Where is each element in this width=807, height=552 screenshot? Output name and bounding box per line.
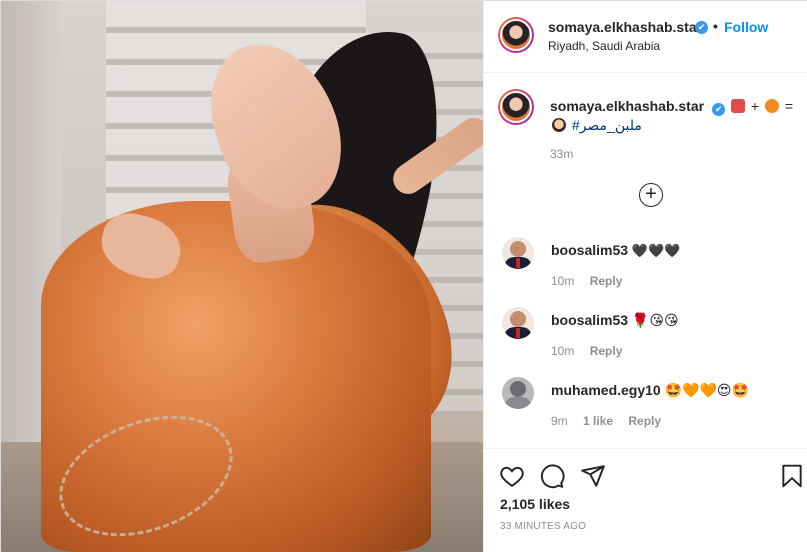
caption-time[interactable]: 33m	[550, 147, 573, 161]
reply-button[interactable]: Reply	[590, 274, 623, 288]
reply-button[interactable]: Reply	[590, 344, 623, 358]
comment-icon[interactable]	[539, 463, 565, 489]
comment-meta: 9m 1 like Reply	[551, 414, 673, 428]
post-photo[interactable]	[1, 1, 483, 552]
caption-username[interactable]: somaya.elkhashab.star	[550, 98, 704, 114]
caption-text: somaya.elkhashab.star ✔ + = #ملبن_مصر	[550, 97, 795, 134]
bottle-emoji-icon	[730, 99, 745, 113]
author-avatar[interactable]	[498, 17, 534, 53]
verified-badge-icon: ✔	[695, 21, 708, 34]
post-timestamp[interactable]: 33 MINUTES AGO	[500, 521, 586, 532]
comment-meta: 10m Reply	[551, 344, 634, 358]
comment-meta: 10m Reply	[551, 274, 634, 288]
load-more-comments-button[interactable]: +	[639, 183, 663, 207]
separator-dot: •	[713, 18, 718, 34]
tangerine-emoji-icon	[764, 99, 779, 113]
comment-username[interactable]: muhamed.egy10	[551, 382, 661, 398]
comment-username[interactable]: boosalim53	[551, 312, 628, 328]
likes-count[interactable]: 2,105 likes	[500, 496, 570, 512]
post-location[interactable]: Riyadh, Saudi Arabia	[548, 39, 660, 53]
instagram-post: somaya.elkhashab.star ✔ • Follow Riyadh,…	[0, 0, 807, 552]
post-side-panel: somaya.elkhashab.star ✔ • Follow Riyadh,…	[483, 1, 807, 552]
verified-badge-icon: ✔	[712, 103, 726, 116]
heart-icon[interactable]	[499, 463, 525, 489]
follow-button[interactable]: Follow	[724, 19, 768, 35]
caption-hashtag[interactable]: #ملبن_مصر	[572, 117, 642, 133]
plus-sign: +	[750, 98, 760, 114]
woman-emoji-icon	[552, 118, 566, 132]
comment-item: muhamed.egy10 🤩🧡🧡😍🤩 9m 1 like Reply	[484, 377, 807, 447]
post-actions: 2,105 likes 33 MINUTES AGO	[484, 448, 807, 552]
comment-time[interactable]: 9m	[551, 414, 568, 428]
comment-body: boosalim53 🖤🖤🖤	[551, 242, 680, 259]
comment-body: muhamed.egy10 🤩🧡🧡😍🤩	[551, 382, 749, 399]
commenter-avatar[interactable]	[502, 377, 534, 409]
comment-text: 🌹😘😘	[631, 312, 679, 328]
comment-body: boosalim53 🌹😘😘	[551, 312, 679, 329]
post-header: somaya.elkhashab.star ✔ • Follow Riyadh,…	[484, 1, 807, 73]
reply-button[interactable]: Reply	[628, 414, 661, 428]
commenter-avatar[interactable]	[502, 307, 534, 339]
bookmark-icon[interactable]	[779, 463, 805, 489]
commenter-avatar[interactable]	[502, 237, 534, 269]
caption-avatar[interactable]	[498, 89, 534, 125]
author-username[interactable]: somaya.elkhashab.star	[548, 19, 702, 35]
equals-sign: =	[784, 98, 794, 114]
comment-text: 🤩🧡🧡😍🤩	[664, 382, 749, 398]
comment-time[interactable]: 10m	[551, 274, 574, 288]
comment-likes[interactable]: 1 like	[583, 414, 613, 428]
comment-item: boosalim53 🖤🖤🖤 10m Reply	[484, 237, 807, 307]
comment-item: boosalim53 🌹😘😘 10m Reply	[484, 307, 807, 377]
share-icon[interactable]	[580, 463, 606, 489]
comment-text: 🖤🖤🖤	[631, 243, 681, 258]
comment-username[interactable]: boosalim53	[551, 242, 628, 258]
comment-time[interactable]: 10m	[551, 344, 574, 358]
